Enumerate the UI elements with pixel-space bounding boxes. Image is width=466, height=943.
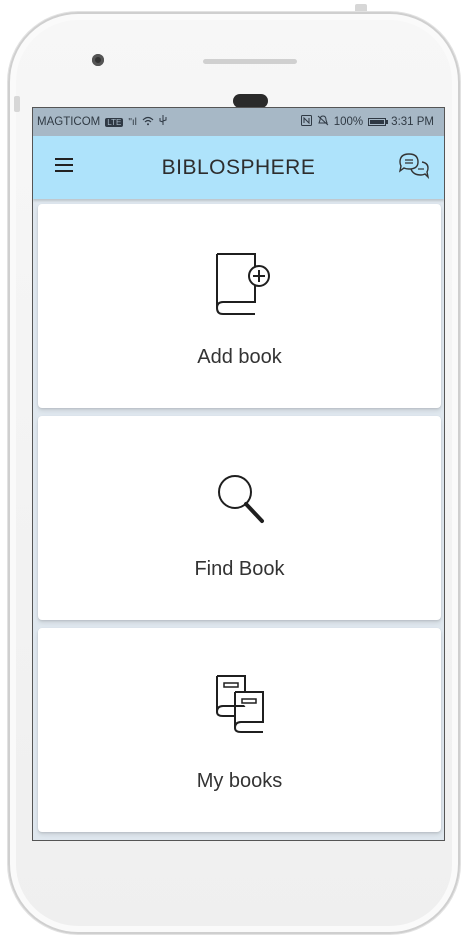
my-books-label: My books	[196, 770, 283, 792]
nfc-icon	[300, 115, 312, 129]
status-time: 3:31 PM	[391, 116, 434, 128]
menu-icon[interactable]	[55, 158, 73, 176]
phone-sensor-bar	[203, 59, 297, 64]
find-book-card[interactable]: Find Book	[38, 416, 441, 620]
wifi-icon	[142, 116, 154, 129]
battery-percent: 100%	[333, 116, 364, 128]
add-book-label: Add book	[197, 346, 282, 368]
usb-icon	[159, 115, 167, 129]
chat-icon[interactable]	[396, 149, 430, 183]
phone-side-button	[14, 96, 20, 112]
app-bar: BIBLOSPHERE	[33, 136, 444, 199]
add-book-card[interactable]: Add book	[38, 204, 441, 408]
carrier-name: MAGTICOM	[37, 116, 101, 128]
books-icon	[205, 666, 275, 743]
signal-icon: "ıl	[128, 116, 137, 128]
search-icon	[207, 466, 273, 537]
status-bar: MAGTICOM LTE "ıl 100% 3:31 PM	[33, 108, 444, 136]
status-left: MAGTICOM LTE "ıl	[37, 115, 167, 129]
status-right: 100% 3:31 PM	[300, 115, 434, 129]
app-screen: MAGTICOM LTE "ıl 100% 3:31 PM BIBLOSPHER…	[32, 107, 445, 841]
add-book-icon	[207, 246, 273, 323]
find-book-label: Find Book	[194, 558, 285, 580]
front-camera	[92, 54, 104, 66]
menu-list: Add book Find Book My books	[38, 204, 441, 840]
network-badge: LTE	[105, 117, 124, 127]
battery-icon	[368, 118, 389, 126]
app-title: BIBLOSPHERE	[161, 156, 316, 179]
phone-earpiece	[233, 94, 268, 108]
my-books-card[interactable]: My books	[38, 628, 441, 832]
mute-icon	[317, 115, 329, 129]
